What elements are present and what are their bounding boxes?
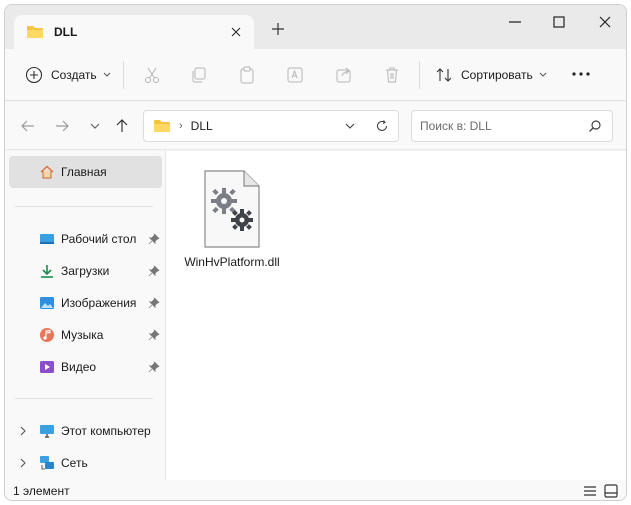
chevron-down-icon bbox=[103, 72, 110, 77]
copy-icon[interactable] bbox=[189, 65, 209, 85]
sort-icon bbox=[436, 68, 452, 82]
pin-icon[interactable] bbox=[148, 297, 160, 309]
back-icon[interactable] bbox=[20, 118, 36, 134]
tab-title: DLL bbox=[54, 25, 78, 39]
command-bar: Создать Сортировать bbox=[5, 49, 626, 101]
forward-icon[interactable] bbox=[54, 118, 70, 134]
file-item[interactable]: WinHvPlatform.dll bbox=[184, 169, 280, 269]
pin-icon[interactable] bbox=[148, 233, 160, 245]
file-name: WinHvPlatform.dll bbox=[184, 255, 280, 269]
sidebar-item-this-pc[interactable]: Этот компьютер bbox=[9, 415, 162, 447]
folder-icon bbox=[154, 120, 170, 132]
new-tab-icon[interactable] bbox=[270, 21, 286, 37]
sidebar-item-label: Этот компьютер bbox=[61, 424, 151, 438]
file-list: WinHvPlatform.dll bbox=[166, 151, 626, 480]
computer-icon bbox=[40, 425, 54, 438]
refresh-icon[interactable] bbox=[375, 119, 389, 133]
file-explorer-window: DLL Создать Сортировать › DLL Поиск в: D… bbox=[4, 4, 627, 501]
tab-dll[interactable]: DLL bbox=[14, 15, 254, 49]
pin-icon[interactable] bbox=[148, 265, 160, 277]
sidebar-item-network[interactable]: Сеть bbox=[9, 447, 162, 479]
tab-close-icon[interactable] bbox=[228, 24, 244, 40]
delete-icon[interactable] bbox=[382, 65, 402, 85]
address-bar[interactable]: › DLL bbox=[143, 110, 399, 142]
rename-icon[interactable] bbox=[285, 65, 305, 85]
address-dropdown-icon[interactable] bbox=[344, 120, 356, 132]
sidebar-item-label: Сеть bbox=[61, 456, 88, 470]
title-bar: DLL bbox=[5, 5, 626, 49]
item-count: 1 элемент bbox=[13, 484, 70, 498]
chevron-right-icon[interactable] bbox=[19, 426, 27, 436]
details-view-icon[interactable] bbox=[582, 483, 598, 499]
paste-icon[interactable] bbox=[237, 65, 257, 85]
chevron-down-icon bbox=[539, 72, 547, 77]
sidebar-item-desktop[interactable]: Рабочий стол bbox=[9, 223, 162, 255]
sidebar-item-label: Музыка bbox=[61, 328, 104, 342]
maximize-icon[interactable] bbox=[550, 13, 568, 31]
pin-icon[interactable] bbox=[148, 329, 160, 341]
sidebar-item-label: Изображения bbox=[61, 296, 137, 310]
network-icon bbox=[40, 456, 54, 470]
sidebar-item-label: Рабочий стол bbox=[61, 232, 137, 246]
music-icon bbox=[40, 328, 54, 342]
large-icons-view-icon[interactable] bbox=[603, 483, 619, 499]
share-icon[interactable] bbox=[334, 65, 354, 85]
sidebar-item-label: Загрузки bbox=[61, 264, 110, 278]
create-label: Создать bbox=[51, 68, 97, 82]
sidebar-item-videos[interactable]: Видео bbox=[9, 351, 162, 383]
up-icon[interactable] bbox=[114, 118, 130, 134]
address-row: › DLL bbox=[5, 102, 626, 150]
sort-button[interactable]: Сортировать bbox=[435, 63, 547, 87]
sidebar-divider bbox=[15, 206, 153, 207]
sidebar-item-label: Главная bbox=[61, 165, 107, 179]
recent-locations-icon[interactable] bbox=[87, 118, 103, 134]
desktop-icon bbox=[40, 234, 54, 244]
toolbar-divider bbox=[123, 61, 124, 89]
folder-icon bbox=[27, 26, 43, 38]
navigation-pane: Главная Рабочий стол Загрузки Изображени… bbox=[5, 151, 165, 480]
plus-circle-icon bbox=[25, 66, 43, 84]
sidebar-item-music[interactable]: Музыка bbox=[9, 319, 162, 351]
more-options-icon[interactable] bbox=[571, 71, 591, 77]
pin-icon[interactable] bbox=[148, 361, 160, 373]
sidebar-divider bbox=[15, 398, 153, 399]
home-icon bbox=[40, 165, 54, 179]
downloads-icon bbox=[41, 265, 53, 278]
minimize-icon[interactable] bbox=[506, 13, 524, 31]
sort-label: Сортировать bbox=[461, 68, 533, 82]
create-button[interactable]: Создать bbox=[25, 63, 111, 87]
sidebar-item-pictures[interactable]: Изображения bbox=[9, 287, 162, 319]
sidebar-item-home[interactable]: Главная bbox=[9, 156, 162, 188]
toolbar-divider bbox=[419, 61, 420, 89]
dll-file-icon bbox=[204, 170, 260, 248]
search-input[interactable] bbox=[412, 111, 582, 141]
cut-icon[interactable] bbox=[142, 65, 162, 85]
status-bar: 1 элемент bbox=[5, 480, 626, 500]
window-close-icon[interactable] bbox=[596, 13, 614, 31]
videos-icon bbox=[40, 361, 54, 373]
breadcrumb-dll[interactable]: DLL bbox=[191, 119, 213, 133]
chevron-right-icon[interactable] bbox=[19, 458, 27, 468]
search-icon[interactable] bbox=[588, 119, 602, 133]
sidebar-item-label: Видео bbox=[61, 360, 97, 374]
breadcrumb-separator: › bbox=[179, 120, 183, 132]
sidebar-item-downloads[interactable]: Загрузки bbox=[9, 255, 162, 287]
pictures-icon bbox=[40, 297, 54, 309]
search-box bbox=[411, 110, 613, 142]
